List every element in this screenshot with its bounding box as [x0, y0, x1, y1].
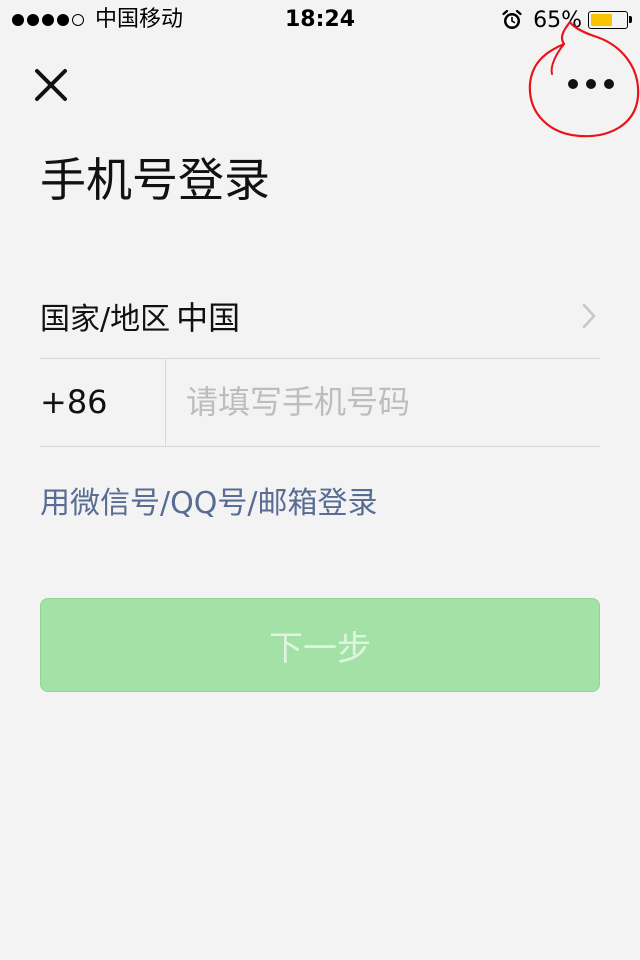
next-button[interactable]: 下一步 — [40, 598, 600, 692]
phone-row: +86 — [40, 358, 600, 447]
country-code[interactable]: +86 — [40, 358, 166, 446]
alarm-clock-icon — [502, 9, 522, 29]
battery-fill — [591, 14, 612, 26]
region-selector[interactable]: 国家/地区 中国 — [40, 274, 600, 359]
battery-icon — [588, 11, 632, 29]
status-bar: 中国移动 18:24 65% — [0, 0, 640, 40]
close-icon[interactable] — [30, 64, 72, 106]
phone-number-input[interactable] — [186, 359, 600, 445]
alt-login-link[interactable]: 用微信号/QQ号/邮箱登录 — [40, 482, 377, 526]
region-label: 国家/地区 — [40, 302, 171, 337]
chevron-right-icon — [582, 303, 596, 329]
battery-percent: 65% — [533, 7, 582, 33]
status-right: 65% — [501, 6, 632, 34]
page-title: 手机号登录 — [40, 153, 270, 207]
more-horizontal-icon[interactable] — [556, 62, 626, 106]
region-value: 中国 — [176, 299, 241, 337]
